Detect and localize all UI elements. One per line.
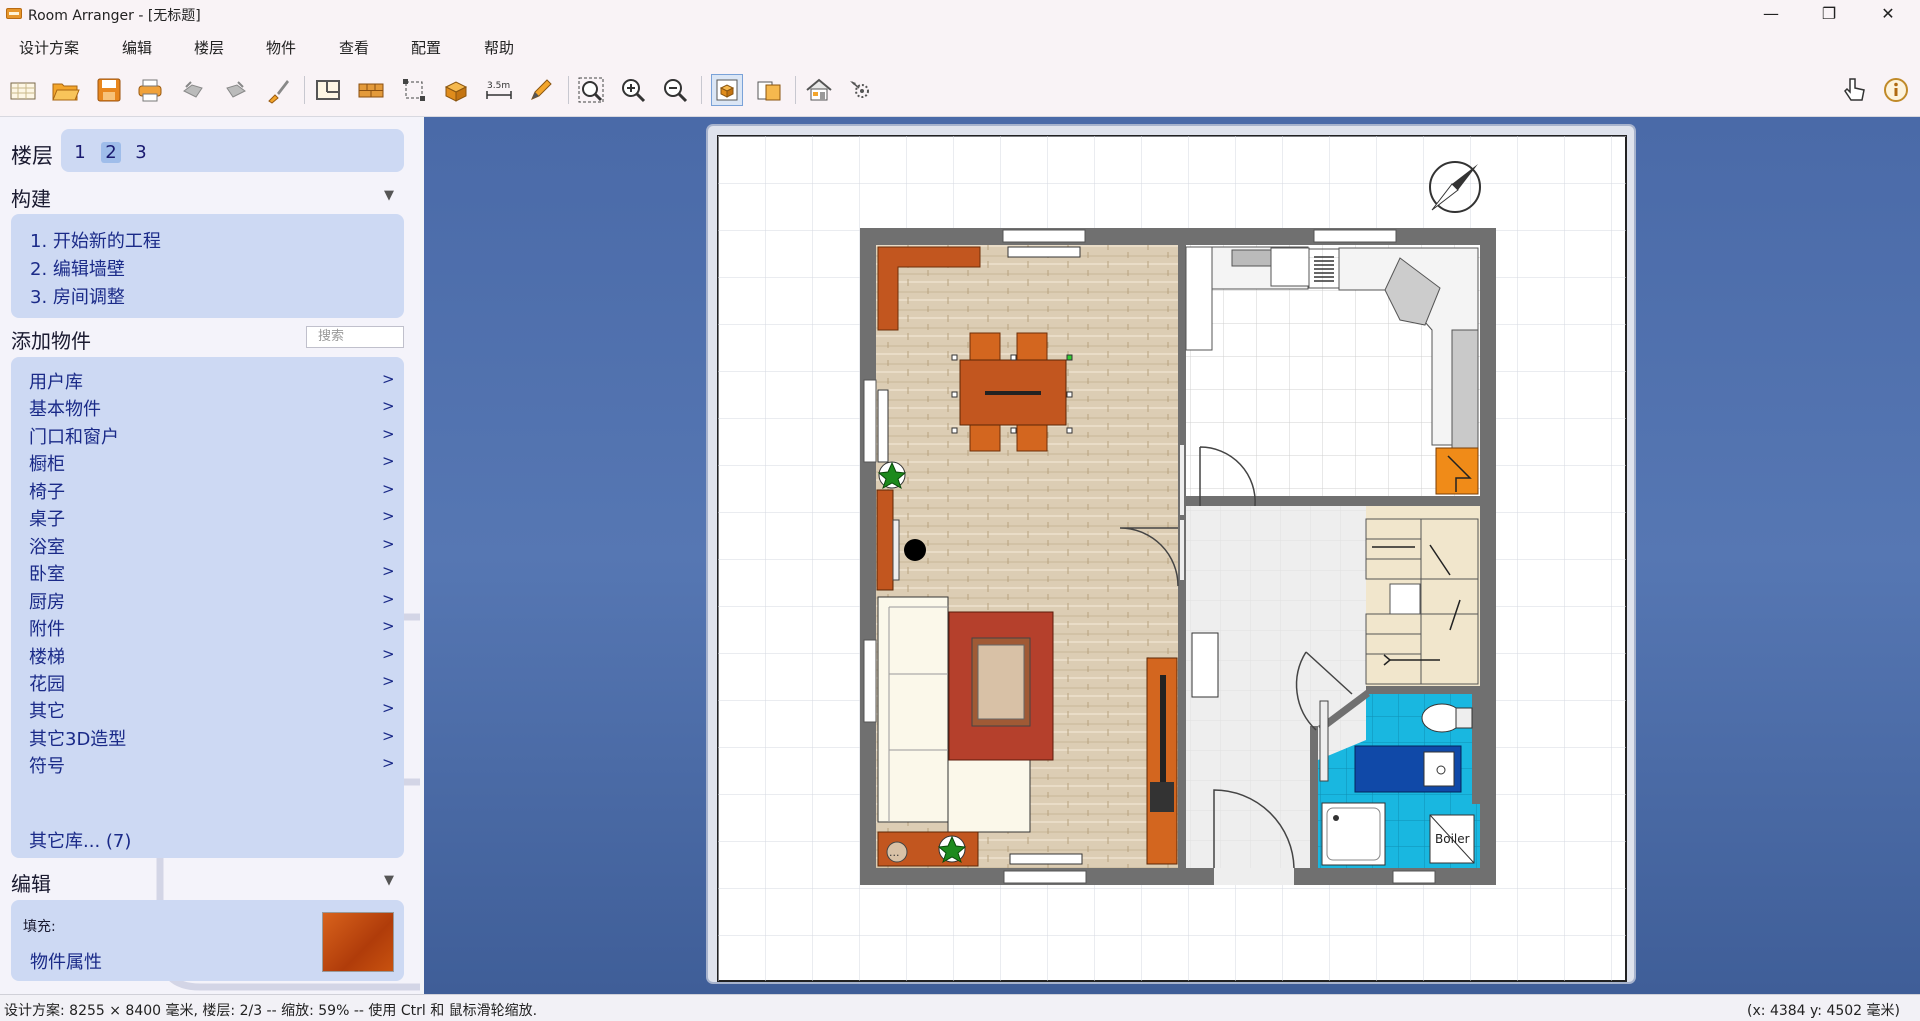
library-other-3d[interactable]: 其它3D造型 (29, 725, 126, 751)
add-objects-section-title: 添加物件 (11, 329, 91, 353)
add-object-icon[interactable] (441, 75, 471, 105)
library-tables[interactable]: 桌子 (29, 505, 65, 531)
menu-bar: 设计方案 编辑 楼层 物件 查看 配置 帮助 (0, 28, 1920, 60)
fill-color-swatch[interactable] (322, 912, 394, 972)
menu-floor[interactable]: 楼层 (194, 37, 224, 58)
library-chairs[interactable]: 椅子 (29, 478, 65, 504)
floor-2-button[interactable]: 2 (101, 142, 121, 163)
wall-icon[interactable] (356, 75, 386, 105)
chevron-right-icon: > (382, 754, 395, 772)
toolbar: 3.5m (0, 60, 1920, 117)
chevron-right-icon: > (382, 397, 395, 415)
window-title: Room Arranger - [无标题] (28, 8, 201, 24)
floor-1-button[interactable]: 1 (70, 142, 90, 163)
build-step-edit-walls[interactable]: 2. 编辑墙壁 (30, 255, 125, 281)
status-text: 设计方案: 8255 × 8400 毫米, 楼层: 2/3 -- 缩放: 59%… (4, 1003, 538, 1019)
cursor-coordinates: (x: 4384 y: 4502 毫米) (1747, 1003, 1900, 1019)
edit-section-title: 编辑 (11, 872, 51, 896)
edit-collapse-icon[interactable]: ▼ (384, 873, 394, 888)
new-document-icon[interactable] (8, 75, 38, 105)
brush-icon[interactable] (263, 75, 293, 105)
minimize-button[interactable]: — (1747, 0, 1795, 28)
table-more-label: ... (889, 846, 900, 859)
menu-objects[interactable]: 物件 (266, 37, 296, 58)
build-collapse-icon[interactable]: ▼ (384, 188, 394, 203)
save-icon[interactable] (94, 75, 124, 105)
chevron-right-icon: > (382, 727, 395, 745)
other-libraries-link[interactable]: 其它库... (7) (29, 827, 131, 853)
status-bar: 设计方案: 8255 × 8400 毫米, 楼层: 2/3 -- 缩放: 59%… (0, 994, 1920, 1021)
redo-icon[interactable] (221, 75, 251, 105)
chevron-right-icon: > (382, 562, 395, 580)
menu-edit[interactable]: 编辑 (122, 37, 152, 58)
chevron-right-icon: > (382, 672, 395, 690)
floor-label: 楼层 (11, 144, 53, 168)
measure-label: 3.5m (487, 81, 510, 91)
menu-view[interactable]: 查看 (339, 37, 369, 58)
library-cabinets[interactable]: 橱柜 (29, 450, 65, 476)
pencil-icon[interactable] (526, 75, 556, 105)
chevron-right-icon: > (382, 617, 395, 635)
library-garden[interactable]: 花园 (29, 670, 65, 696)
chevron-right-icon: > (382, 480, 395, 498)
build-step-room-adjust[interactable]: 3. 房间调整 (30, 283, 125, 309)
zoom-fit-icon[interactable] (576, 75, 606, 105)
chevron-right-icon: > (382, 507, 395, 525)
kitchen-appliance (1435, 447, 1479, 495)
restore-button[interactable]: ❐ (1805, 0, 1853, 28)
objects-list-icon[interactable] (754, 75, 784, 105)
library-accessories[interactable]: 附件 (29, 615, 65, 641)
print-icon[interactable] (135, 75, 165, 105)
chevron-right-icon: > (382, 452, 395, 470)
library-bathroom[interactable]: 浴室 (29, 533, 65, 559)
room-resize-icon[interactable] (399, 75, 429, 105)
chevron-right-icon: > (382, 699, 395, 717)
chevron-right-icon: > (382, 370, 395, 388)
floor-plan: ... Boiler (706, 124, 1636, 984)
library-user[interactable]: 用户库 (29, 368, 83, 394)
3d-house-icon[interactable] (804, 75, 834, 105)
chevron-right-icon: > (382, 645, 395, 663)
open-folder-icon[interactable] (50, 75, 80, 105)
app-icon (6, 8, 22, 19)
build-step-new-project[interactable]: 1. 开始新的工程 (30, 227, 161, 253)
chevron-right-icon: > (382, 425, 395, 443)
hand-pointer-icon[interactable] (1839, 75, 1869, 105)
chevron-right-icon: > (382, 590, 395, 608)
library-kitchen[interactable]: 厨房 (29, 588, 65, 614)
info-icon[interactable] (1881, 75, 1911, 105)
plant-icon (937, 835, 967, 864)
chevron-right-icon: > (382, 535, 395, 553)
library-stairs[interactable]: 楼梯 (29, 643, 65, 669)
build-section-title: 构建 (11, 187, 51, 211)
library-other[interactable]: 其它 (29, 697, 65, 723)
measure-icon[interactable]: 3.5m (484, 75, 514, 105)
library-doors-windows[interactable]: 门口和窗户 (29, 423, 119, 449)
close-button[interactable]: ✕ (1864, 0, 1912, 28)
3d-render-icon[interactable] (846, 75, 876, 105)
view-2d-icon[interactable] (711, 74, 743, 106)
plant-icon (877, 461, 907, 490)
menu-help[interactable]: 帮助 (484, 37, 514, 58)
plan-canvas[interactable]: ... Boiler (424, 117, 1920, 994)
menu-design[interactable]: 设计方案 (19, 37, 79, 58)
fill-label: 填充: (23, 919, 56, 935)
library-symbols[interactable]: 符号 (29, 752, 65, 778)
library-bedroom[interactable]: 卧室 (29, 560, 65, 586)
zoom-out-icon[interactable] (660, 75, 690, 105)
floor-3-button[interactable]: 3 (131, 142, 151, 163)
zoom-in-icon[interactable] (618, 75, 648, 105)
undo-icon[interactable] (178, 75, 208, 105)
object-properties-link[interactable]: 物件属性 (30, 948, 102, 974)
object-search-input[interactable]: 搜索 (306, 326, 404, 348)
menu-config[interactable]: 配置 (411, 37, 441, 58)
library-basic[interactable]: 基本物件 (29, 395, 101, 421)
boiler-label: Boiler (1435, 832, 1470, 846)
title-bar: Room Arranger - [无标题] — ❐ ✕ (0, 0, 1920, 28)
floor-plan-icon[interactable] (313, 75, 343, 105)
